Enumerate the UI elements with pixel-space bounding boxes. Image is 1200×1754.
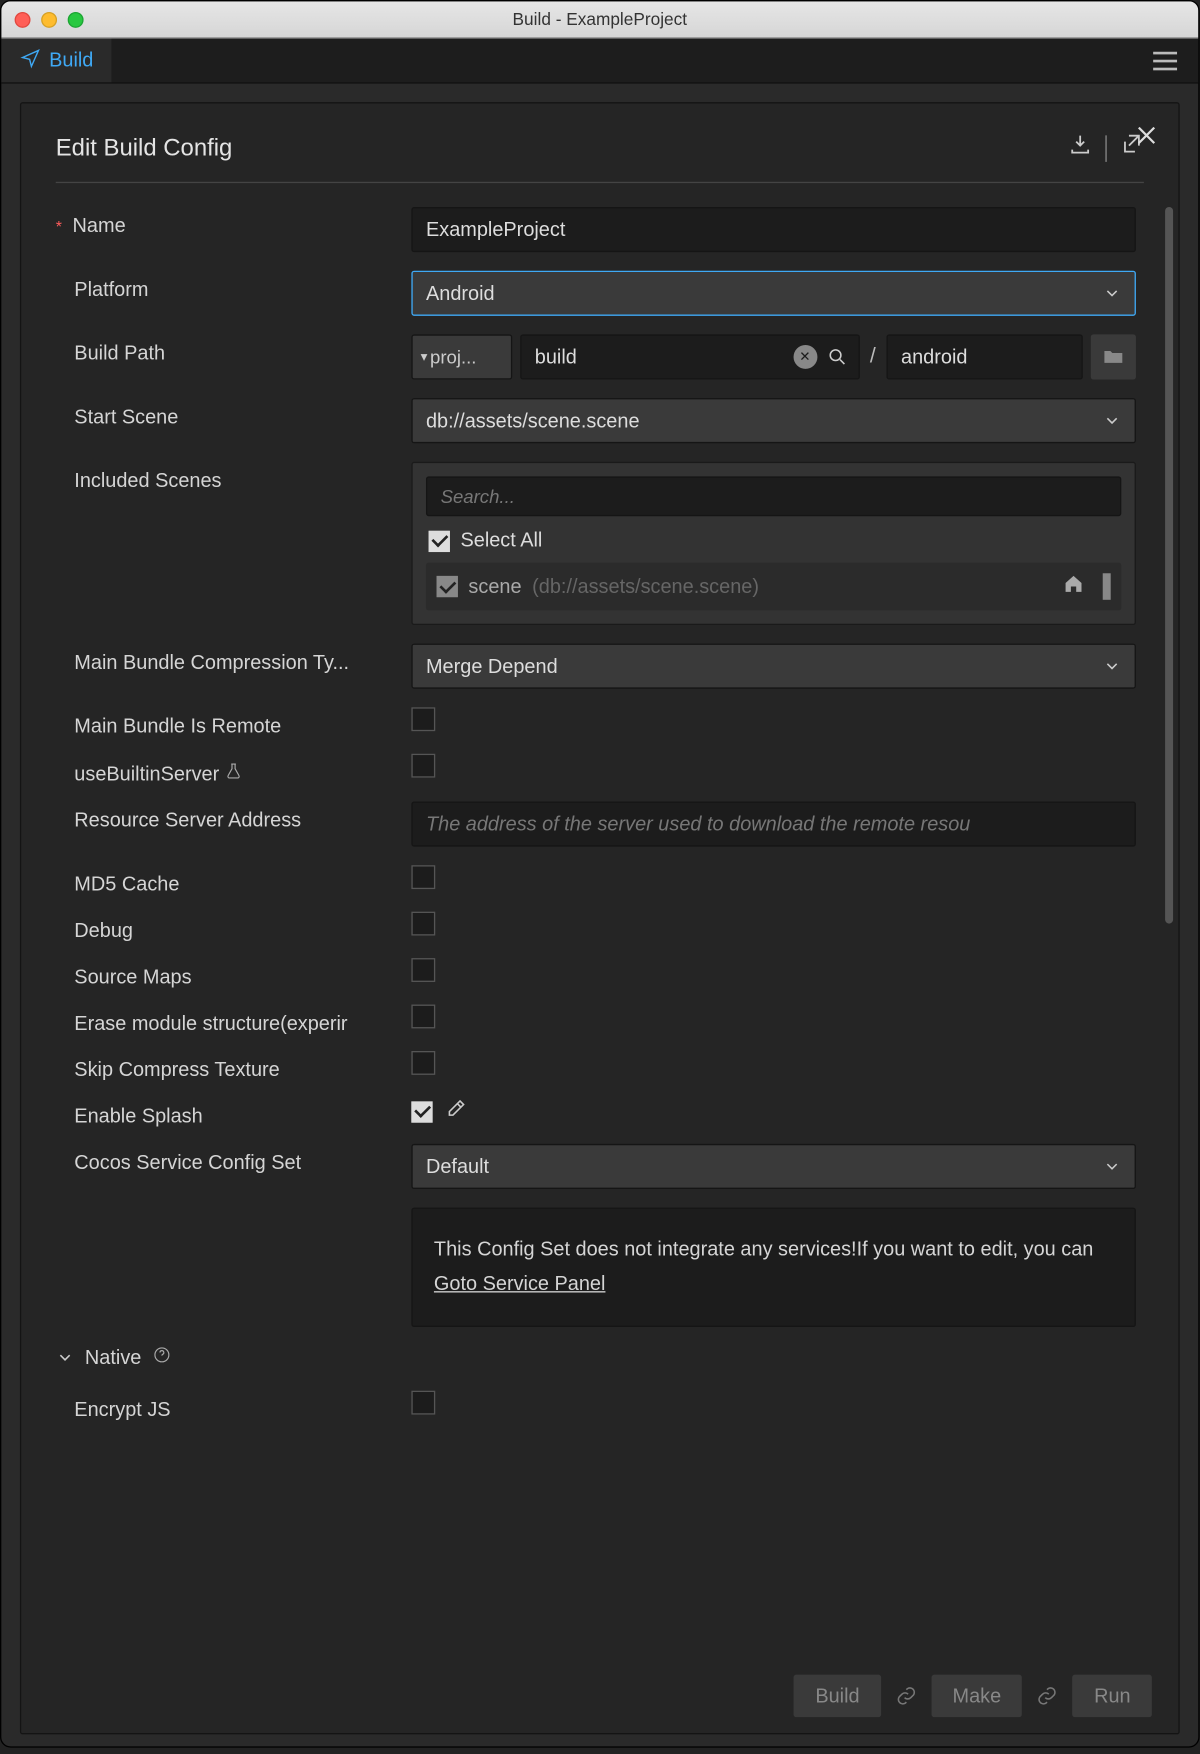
- form: * Name Platform Android Build Path: [21, 183, 1178, 1603]
- chevron-down-icon: [1103, 657, 1122, 676]
- window-title: Build - ExampleProject: [1, 9, 1198, 29]
- build-window: Build - ExampleProject Build Edit Build …: [0, 0, 1200, 1748]
- label-main-bundle-compression: Main Bundle Compression Ty...: [74, 652, 349, 675]
- name-input[interactable]: [411, 207, 1136, 252]
- platform-select[interactable]: Android: [411, 271, 1136, 316]
- note-text: This Config Set does not integrate any s…: [434, 1238, 1093, 1261]
- edit-icon[interactable]: [446, 1097, 467, 1125]
- label-included-scenes: Included Scenes: [74, 470, 221, 493]
- home-icon[interactable]: [1063, 573, 1084, 601]
- paper-plane-icon: [20, 47, 41, 74]
- scene-search-input[interactable]: [426, 476, 1121, 516]
- chevron-down-icon: ▾: [421, 350, 428, 365]
- scene-list-item[interactable]: scene (db://assets/scene.scene): [426, 563, 1121, 611]
- drag-handle-icon[interactable]: [1103, 573, 1111, 600]
- label-resource-server: Resource Server Address: [74, 809, 301, 832]
- close-icon[interactable]: [1133, 122, 1160, 155]
- build-config-panel: Edit Build Config * Name Platform: [20, 102, 1180, 1734]
- make-button[interactable]: Make: [931, 1675, 1022, 1717]
- goto-service-panel-link[interactable]: Goto Service Panel: [434, 1272, 606, 1295]
- footer-actions: Build Make Run: [794, 1675, 1152, 1717]
- resource-server-input[interactable]: [411, 802, 1136, 847]
- chevron-down-icon: [1103, 411, 1122, 430]
- folder-icon[interactable]: [1091, 334, 1136, 379]
- platform-value: Android: [426, 282, 495, 305]
- build-subpath-input[interactable]: [886, 334, 1082, 379]
- skip-compress-checkbox[interactable]: [411, 1051, 435, 1075]
- label-md5-cache: MD5 Cache: [74, 873, 179, 896]
- label-build-path: Build Path: [74, 342, 165, 365]
- path-prefix-select[interactable]: ▾ proj...: [411, 334, 512, 379]
- label-erase-module: Erase module structure(experir: [74, 1013, 347, 1036]
- flask-icon: [225, 762, 244, 786]
- tab-bar: Build: [1, 38, 1198, 83]
- enable-splash-checkbox[interactable]: [411, 1101, 432, 1122]
- native-section-label: Native: [85, 1346, 141, 1369]
- select-all-row[interactable]: Select All: [429, 529, 1122, 552]
- required-marker: *: [56, 217, 62, 236]
- path-separator: /: [867, 345, 878, 369]
- panel-title: Edit Build Config: [56, 134, 233, 162]
- import-icon[interactable]: [1068, 133, 1092, 164]
- label-name: Name: [73, 215, 126, 238]
- md5-cache-checkbox[interactable]: [411, 865, 435, 889]
- help-icon[interactable]: [152, 1346, 171, 1370]
- select-all-checkbox[interactable]: [429, 530, 450, 551]
- search-icon[interactable]: [825, 345, 849, 369]
- compression-type-value: Merge Depend: [426, 655, 558, 678]
- compression-type-select[interactable]: Merge Depend: [411, 644, 1136, 689]
- main-bundle-remote-checkbox[interactable]: [411, 707, 435, 731]
- chevron-down-icon: [1103, 1157, 1122, 1176]
- scene-path: (db://assets/scene.scene): [532, 575, 759, 598]
- use-builtin-server-checkbox[interactable]: [411, 754, 435, 778]
- start-scene-select[interactable]: db://assets/scene.scene: [411, 398, 1136, 443]
- path-prefix-value: proj...: [430, 346, 476, 367]
- chevron-down-icon: [56, 1348, 75, 1367]
- label-start-scene: Start Scene: [74, 406, 178, 429]
- label-main-bundle-remote: Main Bundle Is Remote: [74, 715, 281, 738]
- tab-build[interactable]: Build: [1, 38, 112, 82]
- run-button[interactable]: Run: [1073, 1675, 1152, 1717]
- link-icon[interactable]: [1033, 1681, 1062, 1710]
- erase-module-checkbox[interactable]: [411, 1005, 435, 1029]
- scrollbar[interactable]: [1165, 207, 1173, 924]
- label-source-maps: Source Maps: [74, 966, 191, 989]
- scene-name: scene: [468, 575, 521, 598]
- label-encrypt-js: Encrypt JS: [74, 1399, 170, 1422]
- encrypt-js-checkbox[interactable]: [411, 1391, 435, 1415]
- label-cocos-service-config: Cocos Service Config Set: [74, 1152, 301, 1175]
- start-scene-value: db://assets/scene.scene: [426, 409, 640, 432]
- titlebar[interactable]: Build - ExampleProject: [1, 1, 1198, 38]
- chevron-down-icon: [1103, 284, 1122, 303]
- config-set-note: This Config Set does not integrate any s…: [411, 1208, 1136, 1327]
- label-skip-compress: Skip Compress Texture: [74, 1059, 279, 1082]
- menu-icon[interactable]: [1153, 44, 1185, 76]
- label-use-builtin-server: useBuiltinServer: [74, 762, 219, 785]
- clear-icon[interactable]: [793, 345, 817, 369]
- scene-checkbox[interactable]: [437, 576, 458, 597]
- debug-checkbox[interactable]: [411, 912, 435, 936]
- build-button[interactable]: Build: [794, 1675, 881, 1717]
- tab-label: Build: [49, 49, 93, 72]
- cocos-config-select[interactable]: Default: [411, 1144, 1136, 1189]
- label-enable-splash: Enable Splash: [74, 1105, 202, 1128]
- label-platform: Platform: [74, 279, 148, 302]
- link-icon[interactable]: [891, 1681, 920, 1710]
- panel-header: Edit Build Config: [21, 104, 1178, 182]
- included-scenes-box: Select All scene (db://assets/scene.scen…: [411, 462, 1136, 625]
- build-path-row: ▾ proj... /: [411, 334, 1136, 379]
- label-debug: Debug: [74, 920, 133, 943]
- native-section-header[interactable]: Native: [56, 1346, 1168, 1370]
- separator: [1105, 135, 1106, 162]
- cocos-config-value: Default: [426, 1155, 489, 1178]
- source-maps-checkbox[interactable]: [411, 958, 435, 982]
- select-all-label: Select All: [460, 529, 542, 552]
